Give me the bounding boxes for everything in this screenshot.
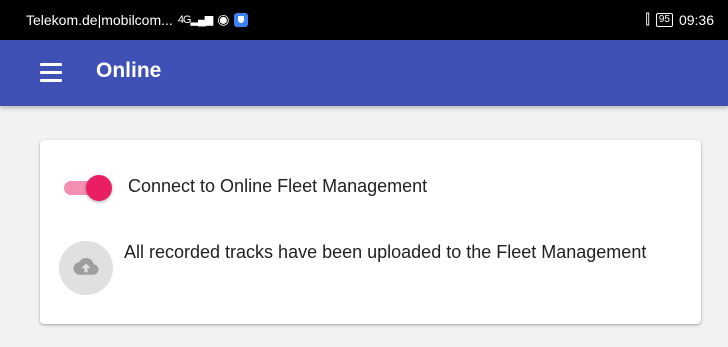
vibrate-icon: ⫿ [645, 11, 650, 27]
toggle-thumb [86, 175, 112, 201]
menu-icon-bar-bottom [40, 79, 62, 82]
menu-button[interactable] [28, 62, 66, 86]
app-bar: Online [0, 40, 728, 106]
signal-icon: 4G▂▄▆ [177, 14, 213, 26]
cloud-upload-icon-graphic [73, 258, 99, 275]
page-title: Online [96, 59, 162, 82]
carrier-name: Telekom.de|mobilcom... [26, 11, 173, 28]
status-right: ⫿ 95 09:36 [645, 11, 714, 28]
connect-toggle[interactable] [62, 175, 114, 201]
cloud-upload-icon [59, 241, 113, 295]
status-left: Telekom.de|mobilcom... 4G▂▄▆ ◉ [26, 11, 249, 28]
network-type: 4G [177, 14, 192, 26]
clock: 09:36 [678, 11, 714, 28]
battery-icon: 95 [655, 12, 673, 27]
status-bar: Telekom.de|mobilcom... 4G▂▄▆ ◉ ⫿ 95 09:3… [0, 0, 728, 40]
shield-app-icon [234, 12, 249, 27]
upload-status-text: All recorded tracks have been uploaded t… [124, 242, 647, 262]
settings-card: Connect to Online Fleet Management All r… [40, 140, 701, 324]
connect-label: Connect to Online Fleet Management [128, 176, 428, 196]
wifi-hotspot-icon: ◉ [217, 11, 230, 27]
menu-icon-bar-top [40, 63, 62, 66]
battery-level: 95 [658, 13, 670, 25]
menu-icon-bar-middle [40, 71, 62, 74]
